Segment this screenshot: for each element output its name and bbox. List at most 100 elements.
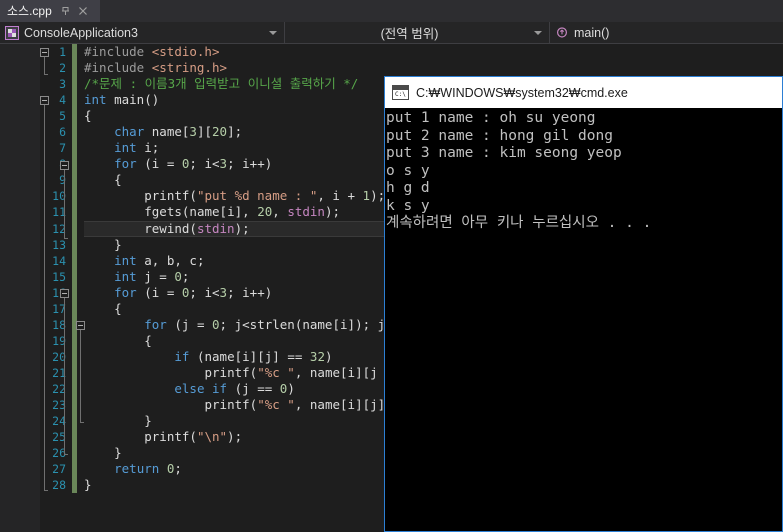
change-indicator: [72, 236, 77, 253]
line-text: int a, b, c;: [114, 252, 205, 268]
console-line: k s y: [386, 197, 430, 214]
change-indicator: [72, 380, 77, 398]
change-indicator: [72, 92, 77, 109]
line-text: }: [84, 477, 92, 493]
change-indicator: [72, 348, 77, 365]
line-text: printf("%c ", name[i][j]);: [204, 397, 401, 413]
fold-guide-end: [44, 74, 48, 75]
line-text: }: [144, 413, 152, 429]
member-name: main(): [574, 25, 610, 40]
change-indicator: [72, 60, 77, 77]
fold-guide: [44, 105, 45, 490]
editor-outer-gutter: [0, 44, 40, 532]
change-indicator: [72, 397, 77, 414]
navigation-bar: ConsoleApplication3 (전역 범위) main(): [0, 22, 783, 44]
fold-toggle-line8[interactable]: [60, 161, 69, 170]
line-text: {: [84, 108, 92, 124]
console-line: put 3 name : kim seong yeop: [386, 145, 622, 161]
fold-toggle-line18[interactable]: [76, 321, 85, 330]
scope-dropdown[interactable]: (전역 범위): [285, 22, 550, 43]
project-icon: [5, 25, 19, 40]
change-indicator: [72, 461, 77, 478]
console-line: h g d: [386, 180, 430, 196]
fold-guide-end: [64, 454, 68, 455]
line-text: for (i = 0; i<3; i++): [114, 156, 273, 172]
change-indicator: [72, 140, 77, 157]
fold-guide-end: [64, 238, 68, 239]
change-indicator: [72, 413, 77, 430]
change-indicator: [72, 284, 77, 301]
line-text: #include <stdio.h>: [84, 44, 220, 59]
change-indicator: [72, 429, 77, 446]
change-indicator: [72, 445, 77, 462]
console-output[interactable]: put 1 name : oh su yeong put 2 name : hon…: [385, 108, 782, 531]
command-prompt-window[interactable]: C:\ C:₩WINDOWS₩system32₩cmd.exe put 1 na…: [384, 76, 783, 532]
console-line: 계속하려면 아무 키나 누르십시오 . . .: [386, 215, 652, 231]
line-text: {: [114, 172, 122, 188]
fold-guide: [80, 330, 81, 422]
fold-guide-end: [80, 422, 84, 423]
line-text: printf("\n");: [144, 429, 243, 445]
line-text: char name[3][20];: [114, 124, 243, 140]
change-indicator: [72, 156, 77, 173]
line-text: }: [114, 445, 122, 461]
tab-source-cpp[interactable]: 소스.cpp: [0, 0, 100, 22]
project-dropdown[interactable]: ConsoleApplication3: [0, 22, 285, 43]
change-indicator: [72, 332, 77, 349]
change-indicator: [72, 44, 77, 61]
line-text: printf("%c ", name[i][j + 1]);: [204, 364, 431, 380]
console-line: o s y: [386, 162, 430, 179]
line-text: else if (j == 0): [174, 380, 295, 396]
line-text: int main(): [84, 92, 160, 108]
change-indicator: [72, 188, 77, 205]
change-indicator: [72, 364, 77, 381]
cmd-icon: C:\: [392, 85, 409, 100]
change-indicator: [72, 204, 77, 221]
fold-guide: [64, 170, 65, 238]
method-icon: [555, 26, 569, 40]
fold-guide-end: [44, 490, 48, 491]
change-indicator: [72, 76, 77, 93]
fold-guide: [44, 57, 45, 74]
change-indicator: [72, 300, 77, 317]
line-number: 3: [59, 77, 66, 92]
tab-strip: 소스.cpp: [0, 0, 783, 22]
visual-studio-window: 소스.cpp ConsoleApplication3 (전역 범위) main(…: [0, 0, 783, 532]
console-line: put 1 name : oh su yeong: [386, 110, 596, 126]
console-line: put 2 name : hong gil dong: [386, 127, 613, 144]
fold-guide: [64, 298, 65, 454]
member-dropdown[interactable]: main(): [550, 22, 783, 43]
line-text: for (j = 0; j<strlen(name[i]); j++): [144, 316, 408, 332]
pin-icon[interactable]: [59, 3, 73, 19]
line-text: fgets(name[i], 20, stdin);: [144, 204, 341, 220]
line-text: }: [114, 236, 122, 252]
code-line[interactable]: 2 #include <string.h>: [40, 60, 783, 77]
line-text: {: [114, 300, 122, 316]
console-title-bar[interactable]: C:\ C:₩WINDOWS₩system32₩cmd.exe: [385, 77, 782, 108]
chevron-down-icon[interactable]: [269, 30, 277, 35]
line-text: #include <string.h>: [84, 60, 228, 76]
fold-toggle-line4[interactable]: [40, 96, 49, 105]
line-text: rewind(stdin);: [144, 220, 250, 236]
line-text: printf("put %d name : ", i + 1);: [144, 188, 386, 204]
change-indicator: [72, 108, 77, 125]
code-line[interactable]: 1 #include <stdio.h>: [40, 44, 783, 61]
change-indicator: [72, 172, 77, 189]
chevron-down-icon[interactable]: [534, 30, 542, 35]
close-icon[interactable]: [76, 3, 90, 19]
change-indicator: [72, 252, 77, 269]
scope-label: (전역 범위): [380, 27, 439, 41]
change-indicator: [72, 220, 77, 237]
tab-label: 소스.cpp: [7, 4, 52, 18]
change-indicator: [72, 268, 77, 285]
line-text: int i;: [114, 140, 160, 156]
change-indicator: [72, 124, 77, 141]
fold-toggle-line1[interactable]: [40, 48, 49, 57]
fold-toggle-line16[interactable]: [60, 289, 69, 298]
line-text: /*문제 : 이름3개 입력받고 이니셜 출력하기 */: [84, 76, 359, 92]
line-text: return 0;: [114, 461, 182, 477]
change-indicator: [72, 477, 77, 494]
project-name: ConsoleApplication3: [24, 25, 138, 40]
line-text: int j = 0;: [114, 268, 190, 284]
line-text: if (name[i][j] == 32): [174, 348, 333, 364]
